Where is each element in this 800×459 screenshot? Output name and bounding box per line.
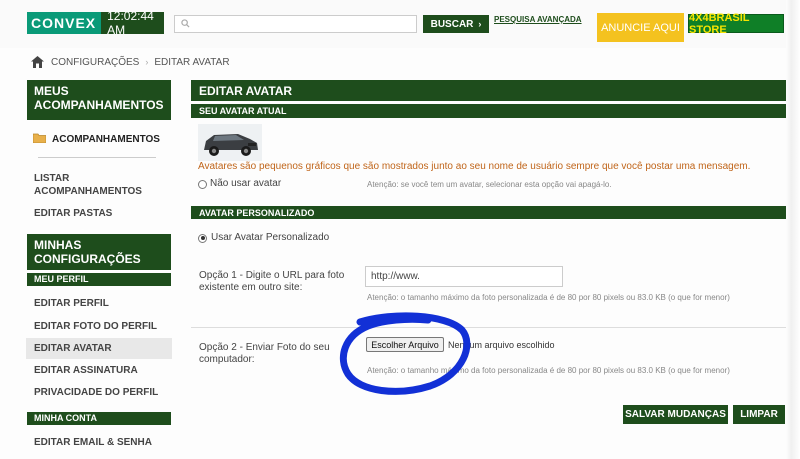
page-title: EDITAR AVATAR [191,80,786,101]
sidebar-item-edit-signature[interactable]: EDITAR ASSINATURA [26,365,146,376]
use-custom-option[interactable]: Usar Avatar Personalizado [198,232,329,244]
avatar-url-input[interactable]: http://www. [365,266,563,287]
search-button[interactable]: BUSCAR › [423,15,489,33]
home-icon[interactable] [30,55,45,69]
header-clock: 12:02:44 AM [107,9,154,37]
store-banner[interactable]: 4X4BRASIL STORE [688,12,784,36]
avatar-description: Avatares são pequenos gráficos que são m… [198,161,751,172]
search-button-label: BUSCAR [430,18,474,30]
no-avatar-label: Não usar avatar [210,178,282,189]
annotation-circle [339,312,471,395]
save-button[interactable]: SALVAR MUDANÇAS [623,405,728,424]
section-divider [191,327,786,328]
sidebar-section-title: MINHAS CONFIGURAÇÕES [27,234,171,270]
breadcrumb-item-settings[interactable]: CONFIGURAÇÕES [51,57,139,68]
search-icon [181,15,190,33]
sidebar-item-list[interactable]: LISTAR ACOMPANHAMENTOS [26,172,166,198]
folder-icon [32,130,47,148]
option1-note: Atenção: o tamanho máximo da foto person… [367,293,730,302]
sidebar-item-edit-avatar[interactable]: EDITAR AVATAR [26,343,120,354]
sidebar-item-label: ACOMPANHAMENTOS [52,133,160,145]
option1-label: Opção 1 - Digite o URL para foto existen… [199,270,345,293]
advertise-banner[interactable]: ANUNCIE AQUI [597,13,684,42]
sidebar-subsection: MEU PERFIL [27,273,171,286]
section-title-custom-avatar: AVATAR PERSONALIZADO [191,206,786,219]
advanced-search-link[interactable]: PESQUISA AVANÇADA [494,15,582,24]
sidebar-divider [38,157,156,158]
option2-label: Opção 2 - Enviar Foto do seu computador: [199,342,330,365]
page-edge [786,0,800,459]
breadcrumb: CONFIGURAÇÕES › EDITAR AVATAR [30,55,230,69]
sidebar-item-edit-folders[interactable]: EDITAR PASTAS [26,208,120,219]
no-avatar-option[interactable]: Não usar avatar [198,178,281,190]
chevron-right-icon: › [478,19,482,29]
sidebar-section-title: MEUS ACOMPANHAMENTOS [27,80,171,120]
use-custom-radio[interactable] [198,233,207,243]
avatar-image [198,124,262,161]
use-custom-label: Usar Avatar Personalizado [211,232,330,243]
site-logo[interactable]: CONVEX 12:02:44 AM [27,9,164,37]
clear-button[interactable]: LIMPAR [733,405,785,424]
no-avatar-note: Atenção: se você tem um avatar, selecion… [367,180,612,189]
breadcrumb-item-current: EDITAR AVATAR [154,56,230,68]
sidebar-item-edit-email[interactable]: EDITAR EMAIL & SENHA [26,437,160,448]
chevron-right-icon: › [145,57,149,67]
sidebar-item-folder[interactable]: ACOMPANHAMENTOS [32,130,160,148]
section-title-current-avatar: SEU AVATAR ATUAL [191,104,786,118]
brand-name: CONVEX [27,12,102,34]
sidebar-item-edit-profile-photo[interactable]: EDITAR FOTO DO PERFIL [26,321,165,332]
sidebar-item-profile-privacy[interactable]: PRIVACIDADE DO PERFIL [26,387,166,398]
sidebar-subsection: MINHA CONTA [27,412,171,425]
sidebar-item-edit-profile[interactable]: EDITAR PERFIL [26,298,117,309]
no-avatar-radio[interactable] [198,179,207,189]
search-input[interactable] [174,15,417,33]
